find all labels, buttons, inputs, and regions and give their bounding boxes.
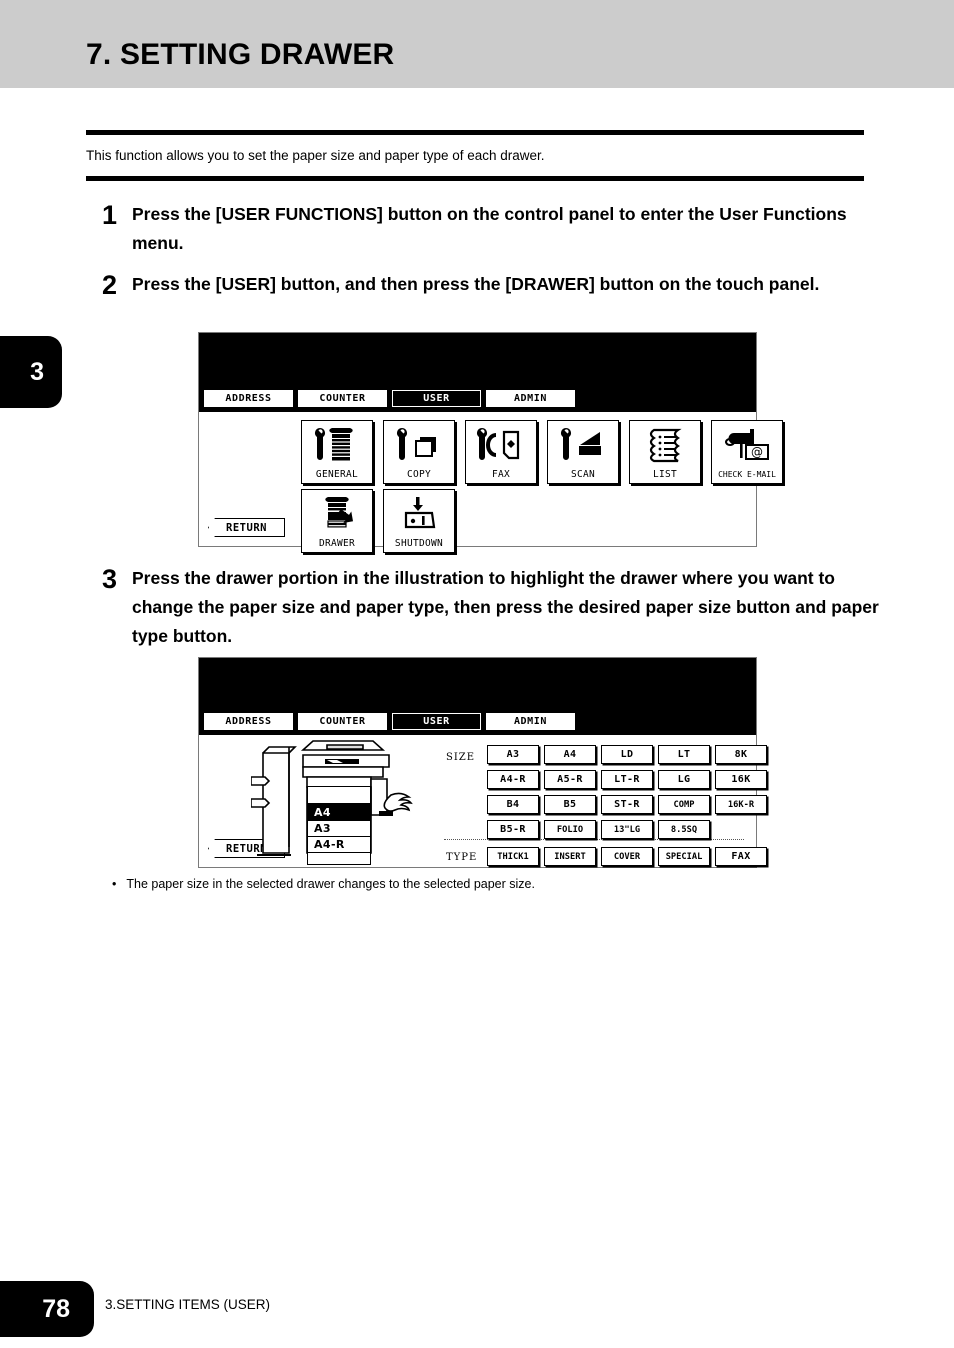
panel1-tab-admin[interactable]: ADMIN <box>485 389 576 408</box>
mailbox-at-icon: @ <box>712 421 782 469</box>
touch-panel-user-functions[interactable]: ADDRESS COUNTER USER ADMIN RETURN GENERA… <box>198 332 783 553</box>
panel2-tab-counter[interactable]: COUNTER <box>297 712 388 731</box>
page-number-tab: 78 <box>0 1281 94 1337</box>
step-3: 3 Press the drawer portion in the illust… <box>102 564 892 651</box>
function-button-copy[interactable]: COPY <box>383 420 455 484</box>
size-type-divider <box>444 839 744 840</box>
size-button-8k[interactable]: 8K <box>715 745 767 764</box>
size-button-lt-r[interactable]: LT-R <box>601 770 653 789</box>
note-bullet: • <box>112 877 117 891</box>
list-pages-icon <box>630 421 700 469</box>
panel1-tab-counter[interactable]: COUNTER <box>297 389 388 408</box>
function-label-scan: SCAN <box>570 469 596 480</box>
function-button-drawer[interactable]: DRAWER <box>301 489 373 553</box>
chapter-tab-number: 3 <box>30 357 44 386</box>
size-button-16k[interactable]: 16K <box>715 770 767 789</box>
panel2-tab-address[interactable]: ADDRESS <box>203 712 294 731</box>
panel2-tab-user[interactable]: USER <box>391 712 482 731</box>
drawer-slot-3[interactable]: A3 <box>307 820 371 837</box>
intro-rule-bottom <box>86 176 864 181</box>
type-section-label: TYPE <box>446 852 478 863</box>
type-button-special[interactable]: SPECIAL <box>658 847 710 866</box>
note-text: The paper size in the selected drawer ch… <box>126 877 535 891</box>
chapter-thumb-tab: 3 <box>0 336 62 408</box>
function-label-general: GENERAL <box>315 469 359 480</box>
page-number: 78 <box>42 1294 70 1323</box>
panel2-body: RETURN A4 A3 A4-R SIZE TYPE A3 A4 LD LT … <box>199 735 767 867</box>
function-label-check-email: CHECK E-MAIL <box>718 470 776 479</box>
size-button-lg[interactable]: LG <box>658 770 710 789</box>
type-button-thick1[interactable]: THICK1 <box>487 847 539 866</box>
size-button-13lg[interactable]: 13"LG <box>601 820 653 839</box>
function-label-shutdown: SHUTDOWN <box>394 538 444 549</box>
copier-drawer-icon <box>302 490 372 538</box>
panel1-tab-row[interactable]: ADDRESS COUNTER USER ADMIN <box>203 389 576 408</box>
size-button-b5-r[interactable]: B5-R <box>487 820 539 839</box>
step-3-text: Press the drawer portion in the illustra… <box>132 568 879 646</box>
panel1-function-grid: GENERAL COPY FAX SCAN LIST @ CHECK E-MAI… <box>301 420 783 553</box>
drawer-slot-2[interactable]: A4 <box>307 803 371 821</box>
size-button-85sq[interactable]: 8.5SQ <box>658 820 710 839</box>
size-section-label: SIZE <box>446 752 476 763</box>
size-button-ld[interactable]: LD <box>601 745 653 764</box>
step-3-number: 3 <box>102 564 118 594</box>
function-label-copy: COPY <box>406 469 432 480</box>
size-button-b4[interactable]: B4 <box>487 795 539 814</box>
wrench-fax-icon <box>466 421 536 469</box>
shutdown-icon <box>384 490 454 538</box>
function-button-list[interactable]: LIST <box>629 420 701 484</box>
function-button-fax[interactable]: FAX <box>465 420 537 484</box>
intro-rule-top <box>86 130 864 135</box>
size-button-a5-r[interactable]: A5-R <box>544 770 596 789</box>
size-button-a4-r[interactable]: A4-R <box>487 770 539 789</box>
footer-section-label: 3.SETTING ITEMS (USER) <box>105 1297 271 1312</box>
panel2-tab-row[interactable]: ADDRESS COUNTER USER ADMIN <box>203 712 576 731</box>
size-button-folio[interactable]: FOLIO <box>544 820 596 839</box>
drawer-slot-4[interactable]: A4-R <box>307 836 371 853</box>
type-button-cover[interactable]: COVER <box>601 847 653 866</box>
step-1-text: Press the [USER FUNCTIONS] button on the… <box>132 204 847 253</box>
size-button-a3[interactable]: A3 <box>487 745 539 764</box>
panel1-body: RETURN GENERAL COPY FAX SCAN LIST @ CHEC… <box>199 412 783 553</box>
step-1: 1 Press the [USER FUNCTIONS] button on t… <box>102 200 892 258</box>
drawer-slot-1[interactable] <box>307 786 371 804</box>
panel1-return-button[interactable]: RETURN <box>208 518 285 537</box>
note-row: • The paper size in the selected drawer … <box>112 876 812 892</box>
type-button-insert[interactable]: INSERT <box>544 847 596 866</box>
function-label-list: LIST <box>652 469 678 480</box>
intro-description: This function allows you to set the pape… <box>86 148 545 163</box>
panel1-tab-user[interactable]: USER <box>391 389 482 408</box>
paper-size-grid: A3 A4 LD LT 8K A4-R A5-R LT-R LG 16K B4 … <box>487 745 767 839</box>
size-button-lt[interactable]: LT <box>658 745 710 764</box>
panel2-tab-admin[interactable]: ADMIN <box>485 712 576 731</box>
step-2-text: Press the [USER] button, and then press … <box>132 274 820 294</box>
function-button-scan[interactable]: SCAN <box>547 420 619 484</box>
size-button-st-r[interactable]: ST-R <box>601 795 653 814</box>
drawer-slot-5[interactable] <box>307 852 371 865</box>
size-button-16k-r[interactable]: 16K-R <box>715 795 767 814</box>
size-button-comp[interactable]: COMP <box>658 795 710 814</box>
wrench-scanner-icon <box>548 421 618 469</box>
size-button-b5[interactable]: B5 <box>544 795 596 814</box>
function-button-shutdown[interactable]: SHUTDOWN <box>383 489 455 553</box>
svg-text:@: @ <box>751 445 763 459</box>
paper-type-grid: THICK1 INSERT COVER SPECIAL FAX <box>487 847 767 866</box>
step-2: 2 Press the [USER] button, and then pres… <box>102 270 892 299</box>
page-title: 7. SETTING DRAWER <box>86 38 395 71</box>
step-1-number: 1 <box>102 200 118 230</box>
panel1-tab-address[interactable]: ADDRESS <box>203 389 294 408</box>
function-button-check-email[interactable]: @ CHECK E-MAIL <box>711 420 783 484</box>
size-button-a4[interactable]: A4 <box>544 745 596 764</box>
function-label-fax: FAX <box>491 469 511 480</box>
function-button-general[interactable]: GENERAL <box>301 420 373 484</box>
function-label-drawer: DRAWER <box>318 538 356 549</box>
type-button-fax[interactable]: FAX <box>715 847 767 866</box>
wrench-pages-icon <box>384 421 454 469</box>
step-2-number: 2 <box>102 270 118 300</box>
touch-panel-drawer-settings[interactable]: ADDRESS COUNTER USER ADMIN RETURN A4 A3 … <box>198 657 767 868</box>
copier-illustration[interactable]: A4 A3 A4-R <box>250 737 441 865</box>
wrench-copier-icon <box>302 421 372 469</box>
